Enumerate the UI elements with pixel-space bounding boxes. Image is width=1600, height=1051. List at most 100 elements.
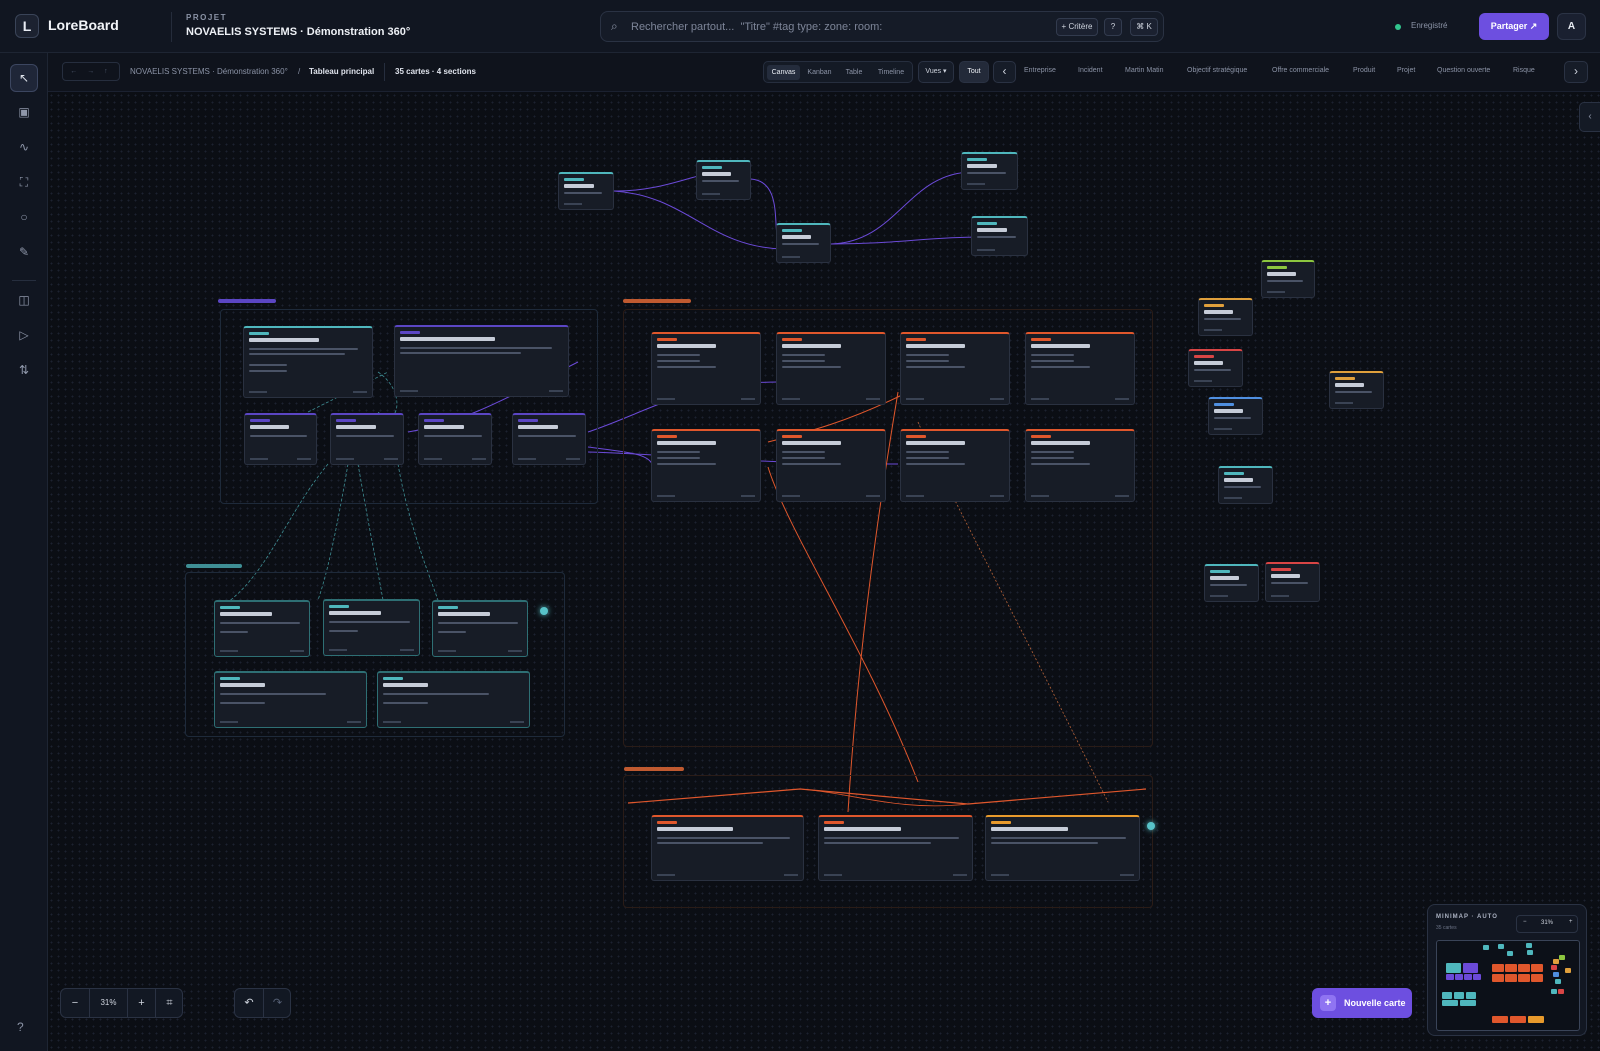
card[interactable] <box>432 600 528 657</box>
minimap-title: MINIMAP · AUTO <box>1436 914 1498 920</box>
minimap-zoom-in[interactable]: + <box>1569 919 1573 925</box>
card[interactable] <box>323 599 420 656</box>
search-bar[interactable]: ⌕ + Critère ? ⌘ K <box>600 11 1164 42</box>
card-count: 35 cartes · 4 sections <box>395 67 476 76</box>
card[interactable] <box>558 172 614 210</box>
card[interactable] <box>244 413 317 465</box>
card[interactable] <box>900 429 1010 502</box>
card[interactable] <box>1265 562 1320 602</box>
card[interactable] <box>243 326 373 398</box>
breadcrumb-project[interactable]: NOVAELIS SYSTEMS · Démonstration 360° <box>130 67 288 76</box>
frame-icon[interactable]: ⛶ <box>10 168 38 196</box>
card[interactable] <box>377 671 530 728</box>
undo-icon[interactable]: ↶ <box>235 989 263 1017</box>
share-button[interactable]: Partager ↗ <box>1479 13 1549 40</box>
section-label[interactable] <box>624 767 684 771</box>
chevron-left-icon[interactable]: ‹ <box>993 61 1016 83</box>
tab-timeline[interactable]: Timeline <box>872 65 910 80</box>
panel-icon[interactable]: ◫ <box>10 286 38 314</box>
cursor-icon[interactable]: ↖ <box>10 64 38 92</box>
redo-icon[interactable]: ↷ <box>264 989 291 1017</box>
connection-handle[interactable] <box>540 607 548 615</box>
card[interactable] <box>651 332 761 405</box>
criteria-chip[interactable]: + Critère <box>1056 18 1098 36</box>
card[interactable] <box>1204 564 1259 602</box>
card[interactable] <box>330 413 404 465</box>
card[interactable] <box>1261 260 1315 298</box>
filter-chip[interactable]: Produit <box>1353 67 1375 74</box>
connection-handle[interactable] <box>1147 822 1155 830</box>
card[interactable] <box>900 332 1010 405</box>
card[interactable] <box>1218 466 1273 504</box>
history-nav-buttons[interactable]: ← → ↑ <box>62 62 120 81</box>
filter-chip[interactable]: Martin Matin <box>1125 67 1164 74</box>
card[interactable] <box>1208 397 1263 435</box>
top-bar: L LoreBoard PROJET NOVAELIS SYSTEMS · Dé… <box>0 0 1600 53</box>
app-window: L LoreBoard PROJET NOVAELIS SYSTEMS · Dé… <box>0 0 1600 1051</box>
help-button[interactable]: ? <box>17 1020 24 1034</box>
chevron-right-icon[interactable]: › <box>1564 61 1588 83</box>
circle-icon[interactable]: ○ <box>10 203 38 231</box>
breadcrumb-board[interactable]: Tableau principal <box>309 67 374 76</box>
minimap[interactable]: MINIMAP · AUTO 35 cartes − 31% + <box>1427 904 1587 1036</box>
card[interactable] <box>696 160 751 200</box>
card[interactable] <box>985 815 1140 881</box>
filter-chip[interactable]: Offre commerciale <box>1272 67 1329 74</box>
tab-table[interactable]: Table <box>839 65 869 80</box>
minimap-viewport[interactable] <box>1436 940 1580 1031</box>
card[interactable] <box>818 815 973 881</box>
card[interactable] <box>1025 332 1135 405</box>
views-dropdown[interactable]: Vues ▾ <box>918 61 954 83</box>
breadcrumb-separator: / <box>298 67 301 76</box>
card[interactable] <box>1188 349 1243 387</box>
zoom-controls: − 31% + ⌗ <box>60 988 183 1018</box>
card[interactable] <box>1025 429 1135 502</box>
tab-kanban[interactable]: Kanban <box>803 65 836 80</box>
card[interactable] <box>394 325 569 397</box>
filter-chip[interactable]: Incident <box>1078 67 1103 74</box>
filter-chip[interactable]: Entreprise <box>1024 67 1056 74</box>
divider <box>12 280 36 281</box>
card[interactable] <box>776 223 831 263</box>
card[interactable] <box>776 332 886 405</box>
minimap-zoom: − 31% + <box>1516 915 1578 933</box>
card[interactable] <box>651 429 761 502</box>
search-input[interactable] <box>631 18 1031 36</box>
chevron-left-icon[interactable]: ‹ <box>1579 102 1600 132</box>
filter-chip[interactable]: Risque <box>1513 67 1535 74</box>
board-canvas[interactable] <box>48 92 1600 1051</box>
card[interactable] <box>1329 371 1384 409</box>
card[interactable] <box>1198 298 1253 336</box>
zoom-in-button[interactable]: + <box>128 989 155 1017</box>
section-label[interactable] <box>623 299 691 303</box>
card[interactable] <box>776 429 886 502</box>
project-title[interactable]: NOVAELIS SYSTEMS · Démonstration 360° <box>186 26 410 38</box>
plus-icon: + <box>1320 995 1336 1011</box>
card[interactable] <box>214 671 367 728</box>
filter-all[interactable]: Tout <box>959 61 989 83</box>
play-icon[interactable]: ▷ <box>10 321 38 349</box>
card[interactable] <box>418 413 492 465</box>
link-curve-icon[interactable]: ∿ <box>10 133 38 161</box>
avatar[interactable]: A <box>1557 13 1586 40</box>
filter-chip[interactable]: Projet <box>1397 67 1415 74</box>
section-label[interactable] <box>186 564 242 568</box>
card-icon[interactable]: ▣ <box>10 98 38 126</box>
new-card-button[interactable]: + Nouvelle carte <box>1312 988 1412 1018</box>
card[interactable] <box>961 152 1018 190</box>
card[interactable] <box>512 413 586 465</box>
zoom-level[interactable]: 31% <box>90 989 127 1017</box>
minimap-zoom-out[interactable]: − <box>1523 919 1527 925</box>
filter-chip[interactable]: Question ouverte <box>1437 67 1490 74</box>
card[interactable] <box>971 216 1028 256</box>
zoom-out-button[interactable]: − <box>61 989 89 1017</box>
fit-view-icon[interactable]: ⌗ <box>156 989 183 1017</box>
search-help-button[interactable]: ? <box>1104 18 1122 36</box>
card[interactable] <box>214 600 310 657</box>
pen-icon[interactable]: ✎ <box>10 238 38 266</box>
filter-chip[interactable]: Objectif stratégique <box>1187 67 1247 74</box>
card[interactable] <box>651 815 804 881</box>
tab-canvas[interactable]: Canvas <box>767 65 800 80</box>
section-label[interactable] <box>218 299 276 303</box>
sort-icon[interactable]: ⇅ <box>10 356 38 384</box>
